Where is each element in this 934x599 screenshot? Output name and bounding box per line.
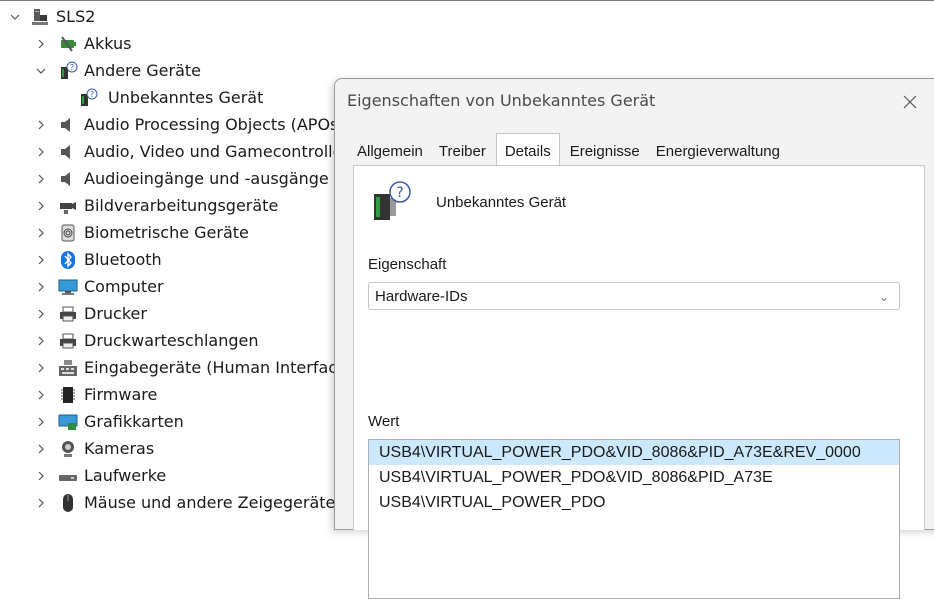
tree-item-label: Akkus <box>84 34 132 53</box>
svg-text:?: ? <box>396 185 403 201</box>
chevron-down-icon[interactable] <box>8 3 22 30</box>
tree-item-label: Laufwerke <box>84 466 167 485</box>
keyboard-icon <box>58 358 78 378</box>
tab-allgemein[interactable]: Allgemein <box>353 137 427 165</box>
tree-item-drucker[interactable]: Drucker <box>34 300 147 327</box>
chevron-right-icon[interactable] <box>34 381 48 408</box>
drive-icon <box>58 466 78 486</box>
speaker-icon <box>58 169 78 189</box>
mouse-icon <box>58 493 78 513</box>
bluetooth-icon <box>58 250 78 270</box>
speaker-icon <box>58 115 78 135</box>
chevron-right-icon[interactable] <box>34 273 48 300</box>
chevron-right-icon[interactable] <box>34 435 48 462</box>
tree-item-audioeingaenge[interactable]: Audioeingänge und -ausgänge <box>34 165 329 192</box>
tab-treiber[interactable]: Treiber <box>435 137 490 165</box>
tree-item-label: Unbekanntes Gerät <box>108 88 264 107</box>
chevron-right-icon[interactable] <box>34 462 48 489</box>
unknown-device-icon: ? <box>58 61 78 81</box>
tree-item-computer[interactable]: Computer <box>34 273 164 300</box>
speaker-icon <box>58 142 78 162</box>
svg-text:?: ? <box>70 63 74 72</box>
chevron-right-icon[interactable] <box>34 300 48 327</box>
device-name: Unbekanntes Gerät <box>436 194 567 211</box>
tree-item-akkus[interactable]: Akkus <box>34 30 131 57</box>
tree-item-audio-video[interactable]: Audio, Video und Gamecontroller <box>34 138 349 165</box>
window-top-border <box>0 0 934 1</box>
tree-item-druckwarteschlangen[interactable]: Druckwarteschlangen <box>34 327 259 354</box>
properties-dialog: Eigenschaften von Unbekanntes Gerät Allg… <box>334 78 934 599</box>
tree-item-label: Andere Geräte <box>84 61 201 80</box>
details-panel: ? Unbekanntes Gerät Eigenschaft Hardware… <box>353 165 925 599</box>
dialog-title: Eigenschaften von Unbekanntes Gerät <box>347 91 656 110</box>
printer-icon <box>58 304 78 324</box>
monitor-icon <box>58 277 78 297</box>
chevron-right-icon[interactable] <box>34 111 48 138</box>
tree-item-label: Biometrische Geräte <box>84 223 249 242</box>
tab-bar: Allgemein Treiber Details Ereignisse Ene… <box>353 133 792 165</box>
tree-item-laufwerke[interactable]: Laufwerke <box>34 462 166 489</box>
printer-icon <box>58 331 78 351</box>
webcam-icon <box>58 439 78 459</box>
value-list-item[interactable]: USB4\VIRTUAL_POWER_PDO&VID_8086&PID_A73E <box>369 465 899 490</box>
chevron-right-icon[interactable] <box>34 408 48 435</box>
value-label: Wert <box>368 413 400 430</box>
value-list-item[interactable]: USB4\VIRTUAL_POWER_PDO&VID_8086&PID_A73E… <box>369 440 899 465</box>
tree-item-label: Kameras <box>84 439 155 458</box>
svg-text:?: ? <box>90 90 94 99</box>
tree-item-label: Grafikkarten <box>84 412 184 431</box>
tree-item-unbekanntes-geraet[interactable]: ? Unbekanntes Gerät <box>78 84 263 111</box>
unknown-device-icon: ? <box>370 180 414 229</box>
chevron-right-icon[interactable] <box>34 246 48 273</box>
tab-ereignisse[interactable]: Ereignisse <box>566 137 644 165</box>
chevron-down-icon: ⌄ <box>878 290 889 304</box>
tree-item-label: Bluetooth <box>84 250 162 269</box>
chip-icon <box>58 385 78 405</box>
tree-item-bildverarbeitung[interactable]: Bildverarbeitungsgeräte <box>34 192 278 219</box>
tree-item-biometrie[interactable]: Biometrische Geräte <box>34 219 249 246</box>
tree-item-grafikkarten[interactable]: Grafikkarten <box>34 408 184 435</box>
tab-details[interactable]: Details <box>495 133 560 165</box>
tree-item-label: Mäuse und andere Zeigegeräte <box>84 493 336 512</box>
chevron-right-icon[interactable] <box>34 192 48 219</box>
chevron-right-icon[interactable] <box>34 219 48 246</box>
chevron-right-icon[interactable] <box>34 327 48 354</box>
tree-item-apos[interactable]: Audio Processing Objects (APOs) <box>34 111 345 138</box>
close-button[interactable] <box>895 87 925 117</box>
display-adapter-icon <box>58 412 78 432</box>
tree-item-andere-geraete[interactable]: ? Andere Geräte <box>34 57 201 84</box>
chevron-down-icon[interactable] <box>34 57 48 84</box>
tree-item-kameras[interactable]: Kameras <box>34 435 154 462</box>
tree-item-maeuse[interactable]: Mäuse und andere Zeigegeräte <box>34 489 335 516</box>
property-label: Eigenschaft <box>368 256 447 273</box>
battery-icon <box>58 34 78 54</box>
tree-root[interactable]: SLS2 <box>8 3 95 30</box>
tree-item-label: Firmware <box>84 385 158 404</box>
tab-energieverwaltung[interactable]: Energieverwaltung <box>652 137 784 165</box>
tree-item-label: Audio, Video und Gamecontroller <box>84 142 350 161</box>
tree-item-label: Bildverarbeitungsgeräte <box>84 196 279 215</box>
chevron-right-icon[interactable] <box>34 138 48 165</box>
camera-device-icon <box>58 196 78 216</box>
chevron-right-icon[interactable] <box>34 165 48 192</box>
close-icon <box>903 95 917 109</box>
tree-item-bluetooth[interactable]: Bluetooth <box>34 246 162 273</box>
property-select-value: Hardware-IDs <box>375 287 468 305</box>
tree-item-firmware[interactable]: Firmware <box>34 381 157 408</box>
chevron-right-icon[interactable] <box>34 354 48 381</box>
computer-tower-icon <box>30 7 50 27</box>
unknown-device-icon: ? <box>78 88 98 108</box>
tree-item-label: Audioeingänge und -ausgänge <box>84 169 329 188</box>
tree-item-label: Computer <box>84 277 164 296</box>
value-list-item[interactable]: USB4\VIRTUAL_POWER_PDO <box>369 490 899 515</box>
property-select[interactable]: Hardware-IDs ⌄ <box>368 282 900 310</box>
tree-item-label: Drucker <box>84 304 147 323</box>
value-list[interactable]: USB4\VIRTUAL_POWER_PDO&VID_8086&PID_A73E… <box>368 439 900 599</box>
tree-item-label: Audio Processing Objects (APOs) <box>84 115 345 134</box>
tree-root-label: SLS2 <box>56 7 96 26</box>
fingerprint-icon <box>58 223 78 243</box>
chevron-right-icon[interactable] <box>34 30 48 57</box>
chevron-right-icon[interactable] <box>34 489 48 516</box>
tree-item-label: Druckwarteschlangen <box>84 331 259 350</box>
